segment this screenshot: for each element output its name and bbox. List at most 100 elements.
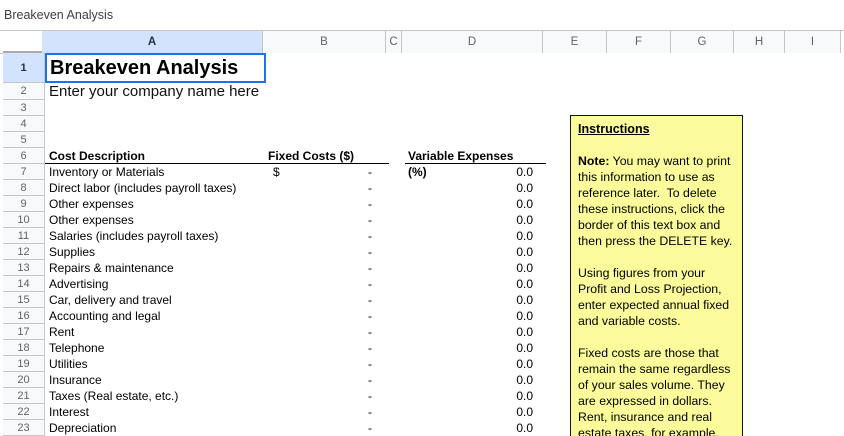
row-header-15[interactable]: 15	[3, 292, 45, 308]
variable-expense-cell[interactable]: 0.0	[405, 276, 546, 292]
variable-expense-cell[interactable]: 0.0	[405, 260, 546, 276]
row-header-1[interactable]: 1	[3, 53, 45, 83]
cost-description-cell[interactable]: Rent	[45, 324, 266, 340]
fixed-cost-cell[interactable]: -	[266, 388, 389, 404]
column-header-E[interactable]: E	[543, 31, 607, 53]
cost-description-cell[interactable]: Advertising	[45, 276, 266, 292]
fixed-cost-cell[interactable]: -	[266, 404, 389, 420]
row-header-11[interactable]: 11	[3, 228, 45, 244]
select-all-corner[interactable]	[3, 31, 45, 53]
variable-expense-cell[interactable]: 0.0	[405, 324, 546, 340]
company-name-cell[interactable]: Enter your company name here	[45, 83, 259, 100]
cost-description-cell[interactable]: Depreciation	[45, 420, 266, 436]
fixed-cost-cell[interactable]: -	[266, 260, 389, 276]
instructions-line: Using figures from your	[578, 265, 738, 281]
fixed-costs-header[interactable]: Fixed Costs ($)	[266, 148, 389, 164]
variable-expense-cell[interactable]: 0.0	[405, 292, 546, 308]
column-header-H[interactable]: H	[734, 31, 785, 53]
row-header-9[interactable]: 9	[3, 196, 45, 212]
row-header-19[interactable]: 19	[3, 356, 45, 372]
fixed-cost-cell[interactable]: -	[266, 276, 389, 292]
variable-expense-cell[interactable]: 0.0	[405, 388, 546, 404]
fixed-cost-cell[interactable]: -	[266, 308, 389, 324]
variable-expense-cell[interactable]: 0.0	[405, 212, 546, 228]
fixed-cost-cell[interactable]: -	[266, 228, 389, 244]
instructions-line: are expressed in dollars.	[578, 393, 738, 409]
instructions-paragraph: Note: You may want to printthis informat…	[578, 153, 738, 249]
cost-description-header[interactable]: Cost Description	[45, 148, 266, 164]
fixed-cost-cell[interactable]: -	[266, 324, 389, 340]
instructions-line: Profit and Loss Projection,	[578, 281, 738, 297]
fixed-cost-cell[interactable]: -	[266, 372, 389, 388]
variable-expense-cell[interactable]: 0.0	[405, 340, 546, 356]
fixed-cost-cell[interactable]: -	[266, 244, 389, 260]
variable-expense-cell[interactable]: 0.0	[405, 164, 546, 180]
fixed-cost-cell[interactable]: -	[266, 196, 389, 212]
variable-expense-cell[interactable]: 0.0	[405, 356, 546, 372]
row-header-23[interactable]: 23	[3, 420, 45, 436]
cost-description-cell[interactable]: Car, delivery and travel	[45, 292, 266, 308]
cost-description-cell[interactable]: Interest	[45, 404, 266, 420]
fixed-cost-cell[interactable]: $-	[266, 164, 389, 180]
selected-cell-a1[interactable]: Breakeven Analysis	[45, 53, 266, 83]
cost-description-cell[interactable]: Taxes (Real estate, etc.)	[45, 388, 266, 404]
cost-description-cell[interactable]: Other expenses	[45, 196, 266, 212]
row-header-18[interactable]: 18	[3, 340, 45, 356]
row-header-21[interactable]: 21	[3, 388, 45, 404]
column-header-D[interactable]: D	[402, 31, 543, 53]
fixed-cost-cell[interactable]: -	[266, 356, 389, 372]
instructions-textbox[interactable]: Instructions Note: You may want to print…	[570, 115, 743, 436]
column-header-I[interactable]: I	[785, 31, 841, 53]
cost-description-cell[interactable]: Direct labor (includes payroll taxes)	[45, 180, 266, 196]
fixed-cost-cell[interactable]: -	[266, 292, 389, 308]
cost-description-cell[interactable]: Other expenses	[45, 212, 266, 228]
row-header-6[interactable]: 6	[3, 148, 45, 164]
column-header-A[interactable]: A	[42, 31, 263, 53]
cost-description-cell[interactable]: Repairs & maintenance	[45, 260, 266, 276]
variable-expense-cell[interactable]: 0.0	[405, 372, 546, 388]
row-header-2[interactable]: 2	[3, 83, 45, 100]
fixed-cost-cell[interactable]: -	[266, 420, 389, 436]
cost-description-cell[interactable]: Supplies	[45, 244, 266, 260]
row-header-4[interactable]: 4	[3, 116, 45, 132]
row-header-16[interactable]: 16	[3, 308, 45, 324]
variable-expense-cell[interactable]: 0.0	[405, 180, 546, 196]
row-header-20[interactable]: 20	[3, 372, 45, 388]
variable-expense-cell[interactable]: 0.0	[405, 308, 546, 324]
cost-description-cell[interactable]: Salaries (includes payroll taxes)	[45, 228, 266, 244]
row-header-17[interactable]: 17	[3, 324, 45, 340]
instructions-line: enter expected annual fixed	[578, 297, 738, 313]
instructions-line: reference later. To delete	[578, 185, 738, 201]
column-header-G[interactable]: G	[671, 31, 734, 53]
column-header-C[interactable]: C	[386, 31, 402, 53]
row-header-22[interactable]: 22	[3, 404, 45, 420]
column-header-B[interactable]: B	[263, 31, 386, 53]
row-header-10[interactable]: 10	[3, 212, 45, 228]
variable-expense-cell[interactable]: 0.0	[405, 244, 546, 260]
column-header-F[interactable]: F	[607, 31, 671, 53]
row-header-7[interactable]: 7	[3, 164, 45, 180]
fixed-cost-cell[interactable]: -	[266, 340, 389, 356]
cost-description-cell[interactable]: Insurance	[45, 372, 266, 388]
row-header-14[interactable]: 14	[3, 276, 45, 292]
instructions-paragraph: Fixed costs are those thatremain the sam…	[578, 345, 738, 436]
row-header-12[interactable]: 12	[3, 244, 45, 260]
cost-description-cell[interactable]: Utilities	[45, 356, 266, 372]
variable-expenses-header[interactable]: Variable Expenses (%)	[405, 148, 546, 164]
variable-expense-cell[interactable]: 0.0	[405, 228, 546, 244]
fixed-cost-cell[interactable]: -	[266, 212, 389, 228]
company-name-text: Enter your company name here	[45, 83, 259, 100]
variable-expense-cell[interactable]: 0.0	[405, 196, 546, 212]
row-header-13[interactable]: 13	[3, 260, 45, 276]
instructions-line: remain the same regardless	[578, 361, 738, 377]
variable-expense-cell[interactable]: 0.0	[405, 404, 546, 420]
instructions-title: Instructions	[578, 121, 738, 137]
row-header-3[interactable]: 3	[3, 100, 45, 116]
variable-expense-cell[interactable]: 0.0	[405, 420, 546, 436]
cost-description-cell[interactable]: Inventory or Materials	[45, 164, 266, 180]
cost-description-cell[interactable]: Accounting and legal	[45, 308, 266, 324]
row-header-5[interactable]: 5	[3, 132, 45, 148]
cost-description-cell[interactable]: Telephone	[45, 340, 266, 356]
row-header-8[interactable]: 8	[3, 180, 45, 196]
fixed-cost-cell[interactable]: -	[266, 180, 389, 196]
